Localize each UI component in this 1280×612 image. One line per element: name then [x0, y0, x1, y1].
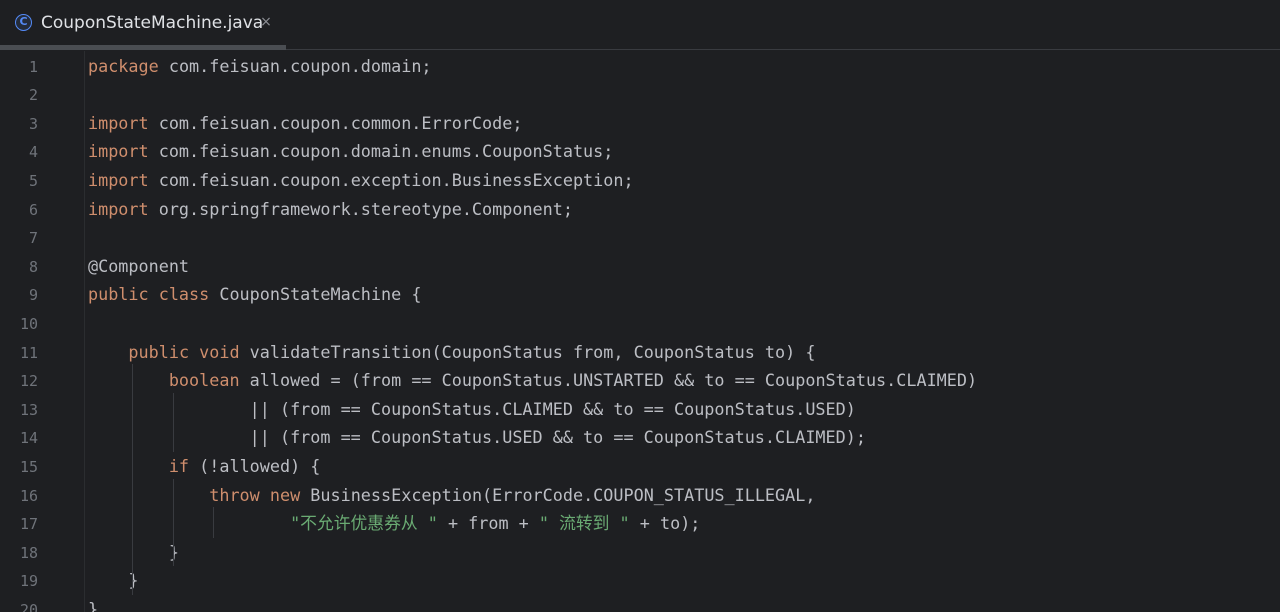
- code-token: com.feisuan.coupon.domain;: [158, 55, 432, 76]
- code-line[interactable]: if (!allowed) {: [88, 456, 321, 476]
- indent-guide: [132, 364, 134, 595]
- code-line[interactable]: @Component: [88, 256, 189, 276]
- keyword-token: import: [88, 141, 149, 162]
- code-line[interactable]: || (from == CouponStatus.USED && to == C…: [88, 427, 866, 447]
- code-token: (!allowed) {: [189, 456, 321, 476]
- line-number: 4: [28, 143, 38, 162]
- keyword-token: public class: [88, 284, 210, 305]
- code-token: com.feisuan.coupon.common.ErrorCode;: [148, 112, 523, 133]
- indent-guide: [172, 478, 174, 567]
- code-token: validateTransition(CouponStatus from, Co…: [239, 341, 816, 362]
- line-number: 3: [28, 114, 38, 133]
- line-number: 2: [28, 86, 38, 105]
- code-token: || (from == CouponStatus.CLAIMED && to =…: [88, 398, 856, 419]
- code-token: }: [88, 599, 99, 612]
- code-line[interactable]: import org.springframework.stereotype.Co…: [88, 199, 573, 219]
- code-line[interactable]: throw new BusinessException(ErrorCode.CO…: [88, 485, 815, 505]
- code-line[interactable]: import com.feisuan.coupon.domain.enums.C…: [88, 141, 613, 161]
- line-number: 20: [19, 601, 38, 612]
- code-token: com.feisuan.coupon.domain.enums.CouponSt…: [148, 141, 614, 162]
- line-number: 1: [28, 57, 38, 76]
- code-line[interactable]: package com.feisuan.coupon.domain;: [88, 56, 432, 76]
- keyword-token: boolean: [168, 370, 240, 391]
- line-number: 18: [19, 543, 38, 562]
- line-number: 9: [28, 286, 38, 305]
- code-line[interactable]: "不允许优惠券从 " + from + " 流转到 " + to);: [88, 513, 700, 533]
- tab-label: CouponStateMachine.java: [41, 13, 264, 33]
- line-number: 13: [19, 400, 38, 419]
- line-number: 16: [19, 486, 38, 505]
- code-line[interactable]: }: [88, 599, 98, 612]
- code-token: BusinessException(ErrorCode.COUPON_STATU…: [300, 484, 816, 505]
- line-number: 10: [19, 315, 38, 333]
- line-number: 8: [28, 257, 38, 276]
- code-token: + from +: [437, 513, 539, 534]
- code-line[interactable]: boolean allowed = (from == CouponStatus.…: [88, 370, 977, 390]
- code-line[interactable]: }: [88, 542, 179, 562]
- java-class-icon-glyph: C: [19, 15, 28, 28]
- code-token: + to);: [629, 513, 701, 534]
- code-line[interactable]: public class CouponStateMachine {: [88, 284, 421, 304]
- keyword-token: import: [88, 112, 149, 133]
- code-token: }: [88, 570, 139, 591]
- close-icon[interactable]: ×: [258, 14, 274, 30]
- line-number: 14: [19, 429, 38, 448]
- indent-guide: [213, 507, 215, 538]
- gutter-divider: [84, 51, 85, 612]
- string-token: "不允许优惠券从 ": [290, 513, 438, 534]
- string-token: " 流转到 ": [538, 513, 630, 534]
- code-token: @Component: [88, 255, 190, 276]
- line-number: 19: [19, 572, 38, 591]
- line-number: 6: [28, 200, 38, 219]
- code-line[interactable]: import com.feisuan.coupon.common.ErrorCo…: [88, 113, 522, 133]
- keyword-token: package: [88, 55, 159, 76]
- line-number: 5: [28, 172, 38, 190]
- keyword-token: import: [88, 198, 149, 219]
- line-number: 7: [28, 229, 38, 248]
- keyword-token: if: [168, 456, 190, 476]
- java-class-icon: C: [15, 14, 32, 31]
- editor-tab-bar: C CouponStateMachine.java ×: [0, 0, 1280, 50]
- code-token: allowed = (from == CouponStatus.UNSTARTE…: [239, 370, 978, 391]
- line-number: 15: [19, 458, 38, 476]
- code-token: CouponStateMachine {: [209, 284, 422, 305]
- line-number-gutter: 1 2 3 4 5 6 7 8 9 10 11 12 13 14 15 16 17 18 19 20: [0, 51, 84, 612]
- tab-coupon-state-machine[interactable]: C CouponStateMachine.java ×: [0, 0, 286, 50]
- code-token: }: [88, 541, 179, 562]
- line-number: 17: [19, 515, 38, 534]
- active-tab-indicator: [0, 45, 286, 50]
- keyword-token: public void: [128, 341, 240, 362]
- code-editor[interactable]: 1 2 3 4 5 6 7 8 9 10 11 12 13 14 15 16 17 18 19 20 package …: [0, 51, 1280, 612]
- code-line[interactable]: import com.feisuan.coupon.exception.Busi…: [88, 170, 634, 190]
- keyword-token: import: [88, 170, 149, 190]
- code-line[interactable]: public void validateTransition(CouponSta…: [88, 342, 815, 362]
- code-token: org.springframework.stereotype.Component…: [148, 198, 573, 219]
- indent-guide: [172, 392, 174, 452]
- line-number: 12: [19, 372, 38, 391]
- code-line[interactable]: }: [88, 570, 139, 591]
- code-token: || (from == CouponStatus.USED && to == C…: [88, 427, 866, 448]
- keyword-token: throw new: [209, 484, 301, 505]
- line-number: 11: [19, 343, 38, 362]
- code-token: com.feisuan.coupon.exception.BusinessExc…: [148, 170, 634, 190]
- code-line[interactable]: || (from == CouponStatus.CLAIMED && to =…: [88, 399, 856, 419]
